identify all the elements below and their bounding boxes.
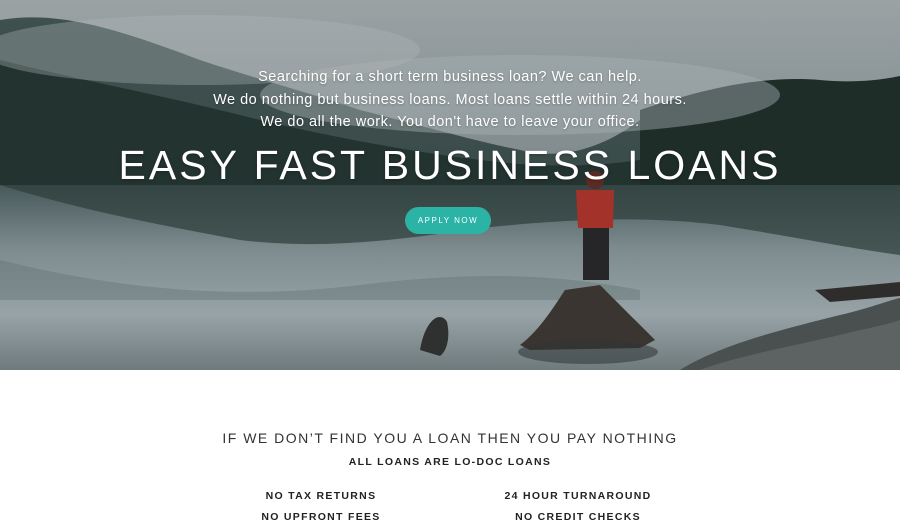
feature-24-hour-turnaround: 24 HOUR TURNAROUND	[504, 490, 652, 502]
hero-intro: Searching for a short term business loan…	[0, 66, 900, 134]
lodoc-subtitle: ALL LOANS ARE LO-DOC LOANS	[348, 456, 552, 468]
feature-no-credit-checks: NO CREDIT CHECKS	[515, 511, 641, 523]
feature-no-upfront-fees: NO UPFRONT FEES	[261, 511, 381, 523]
intro-line-2: We do nothing but business loans. Most l…	[213, 91, 687, 108]
hero-headline: EASY FAST BUSINESS LOANS	[118, 142, 782, 188]
apply-now-button[interactable]: APPLY NOW	[405, 207, 491, 234]
features-section: IF WE DON’T FIND YOU A LOAN THEN YOU PAY…	[0, 370, 900, 523]
feature-no-tax-returns: NO TAX RETURNS	[265, 490, 377, 502]
hero-banner: Searching for a short term business loan…	[0, 0, 900, 370]
intro-line-1: Searching for a short term business loan…	[258, 69, 642, 85]
intro-line-3: We do all the work. You don't have to le…	[260, 114, 640, 130]
guarantee-heading: IF WE DON’T FIND YOU A LOAN THEN YOU PAY…	[222, 430, 678, 446]
